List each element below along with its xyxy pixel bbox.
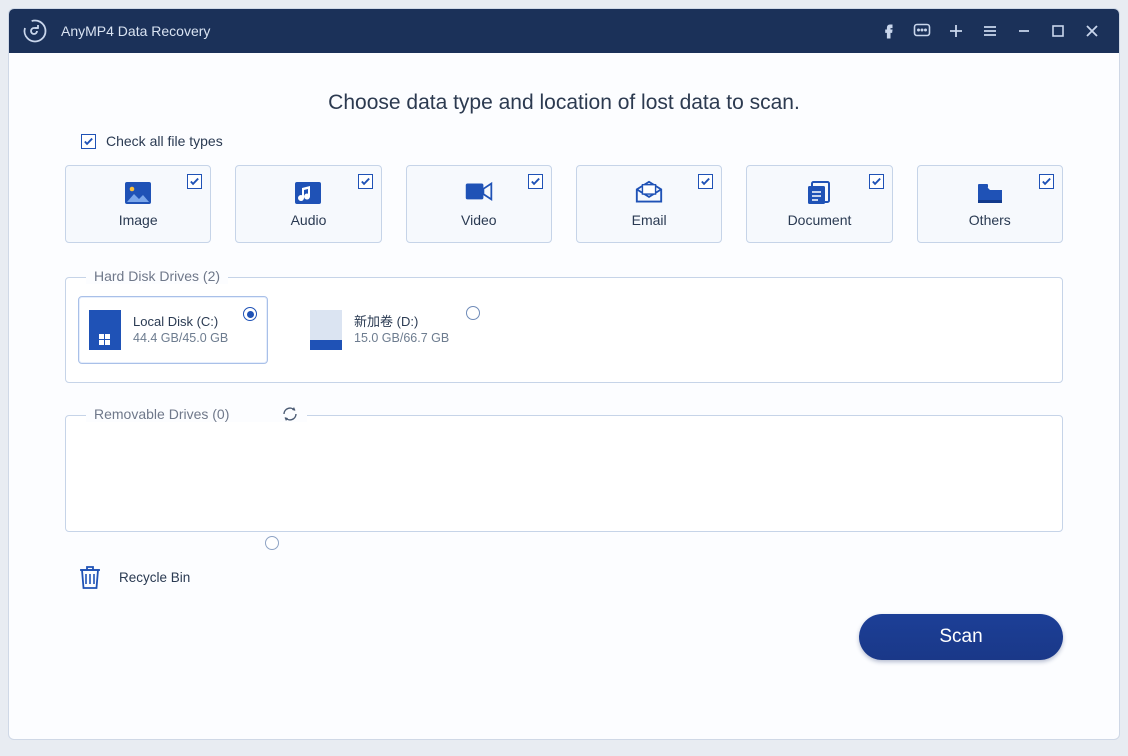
type-label: Email [632,212,667,228]
type-checkbox-email[interactable] [698,174,713,189]
type-card-email[interactable]: Email [576,165,722,243]
video-icon [464,180,494,206]
type-checkbox-audio[interactable] [358,174,373,189]
recycle-bin-option[interactable]: Recycle Bin [79,564,269,590]
file-type-row: Image Audio Video [65,165,1063,243]
minimize-icon[interactable] [1007,9,1041,53]
refresh-icon[interactable] [281,406,299,422]
scan-button[interactable]: Scan [859,614,1063,660]
drive-radio[interactable] [243,307,257,321]
drive-size: 15.0 GB/66.7 GB [354,330,449,347]
partial-drive-icon [310,310,342,350]
recycle-bin-label: Recycle Bin [119,570,190,585]
app-title: AnyMP4 Data Recovery [61,23,210,39]
type-label: Document [788,212,852,228]
check-all-file-types[interactable]: Check all file types [81,133,1063,149]
drive-d[interactable]: 新加卷 (D:) 15.0 GB/66.7 GB [300,296,490,364]
type-card-document[interactable]: Document [746,165,892,243]
facebook-icon[interactable] [871,9,905,53]
email-icon [634,180,664,206]
scan-bar: Scan [65,614,1063,660]
document-icon [804,180,834,206]
type-label: Others [969,212,1011,228]
removable-drives-legend: Removable Drives (0) [86,406,307,422]
type-label: Video [461,212,497,228]
drive-name: 新加卷 (D:) [354,313,449,331]
close-icon[interactable] [1075,9,1109,53]
removable-legend-label: Removable Drives (0) [94,406,229,422]
titlebar: AnyMP4 Data Recovery [9,9,1119,53]
check-all-label: Check all file types [106,133,223,149]
recycle-bin-radio[interactable] [265,536,279,550]
hard-disk-drives-group: Hard Disk Drives (2) Local Disk (C:) 44.… [65,277,1063,383]
removable-drives-group: Removable Drives (0) [65,415,1063,532]
drive-local-disk-c[interactable]: Local Disk (C:) 44.4 GB/45.0 GB [78,296,268,364]
type-card-audio[interactable]: Audio [235,165,381,243]
app-window: AnyMP4 Data Recovery Choose data type an… [8,8,1120,740]
type-checkbox-document[interactable] [869,174,884,189]
type-card-image[interactable]: Image [65,165,211,243]
page-headline: Choose data type and location of lost da… [65,91,1063,115]
recycle-bin-icon [79,564,101,590]
app-logo-icon [23,19,47,43]
image-icon [123,180,153,206]
type-label: Image [119,212,158,228]
windows-drive-icon [89,310,121,350]
check-all-checkbox[interactable] [81,134,96,149]
maximize-icon[interactable] [1041,9,1075,53]
type-checkbox-image[interactable] [187,174,202,189]
hard-disk-drives-legend: Hard Disk Drives (2) [86,268,228,284]
drive-size: 44.4 GB/45.0 GB [133,330,228,347]
type-checkbox-others[interactable] [1039,174,1054,189]
drive-radio[interactable] [466,306,480,320]
drive-name: Local Disk (C:) [133,313,228,331]
audio-icon [293,180,323,206]
type-card-others[interactable]: Others [917,165,1063,243]
type-label: Audio [291,212,327,228]
type-checkbox-video[interactable] [528,174,543,189]
menu-icon[interactable] [973,9,1007,53]
type-card-video[interactable]: Video [406,165,552,243]
feedback-icon[interactable] [905,9,939,53]
others-icon [975,180,1005,206]
register-icon[interactable] [939,9,973,53]
hdd-legend-label: Hard Disk Drives (2) [94,268,220,284]
content-area: Choose data type and location of lost da… [9,53,1119,739]
